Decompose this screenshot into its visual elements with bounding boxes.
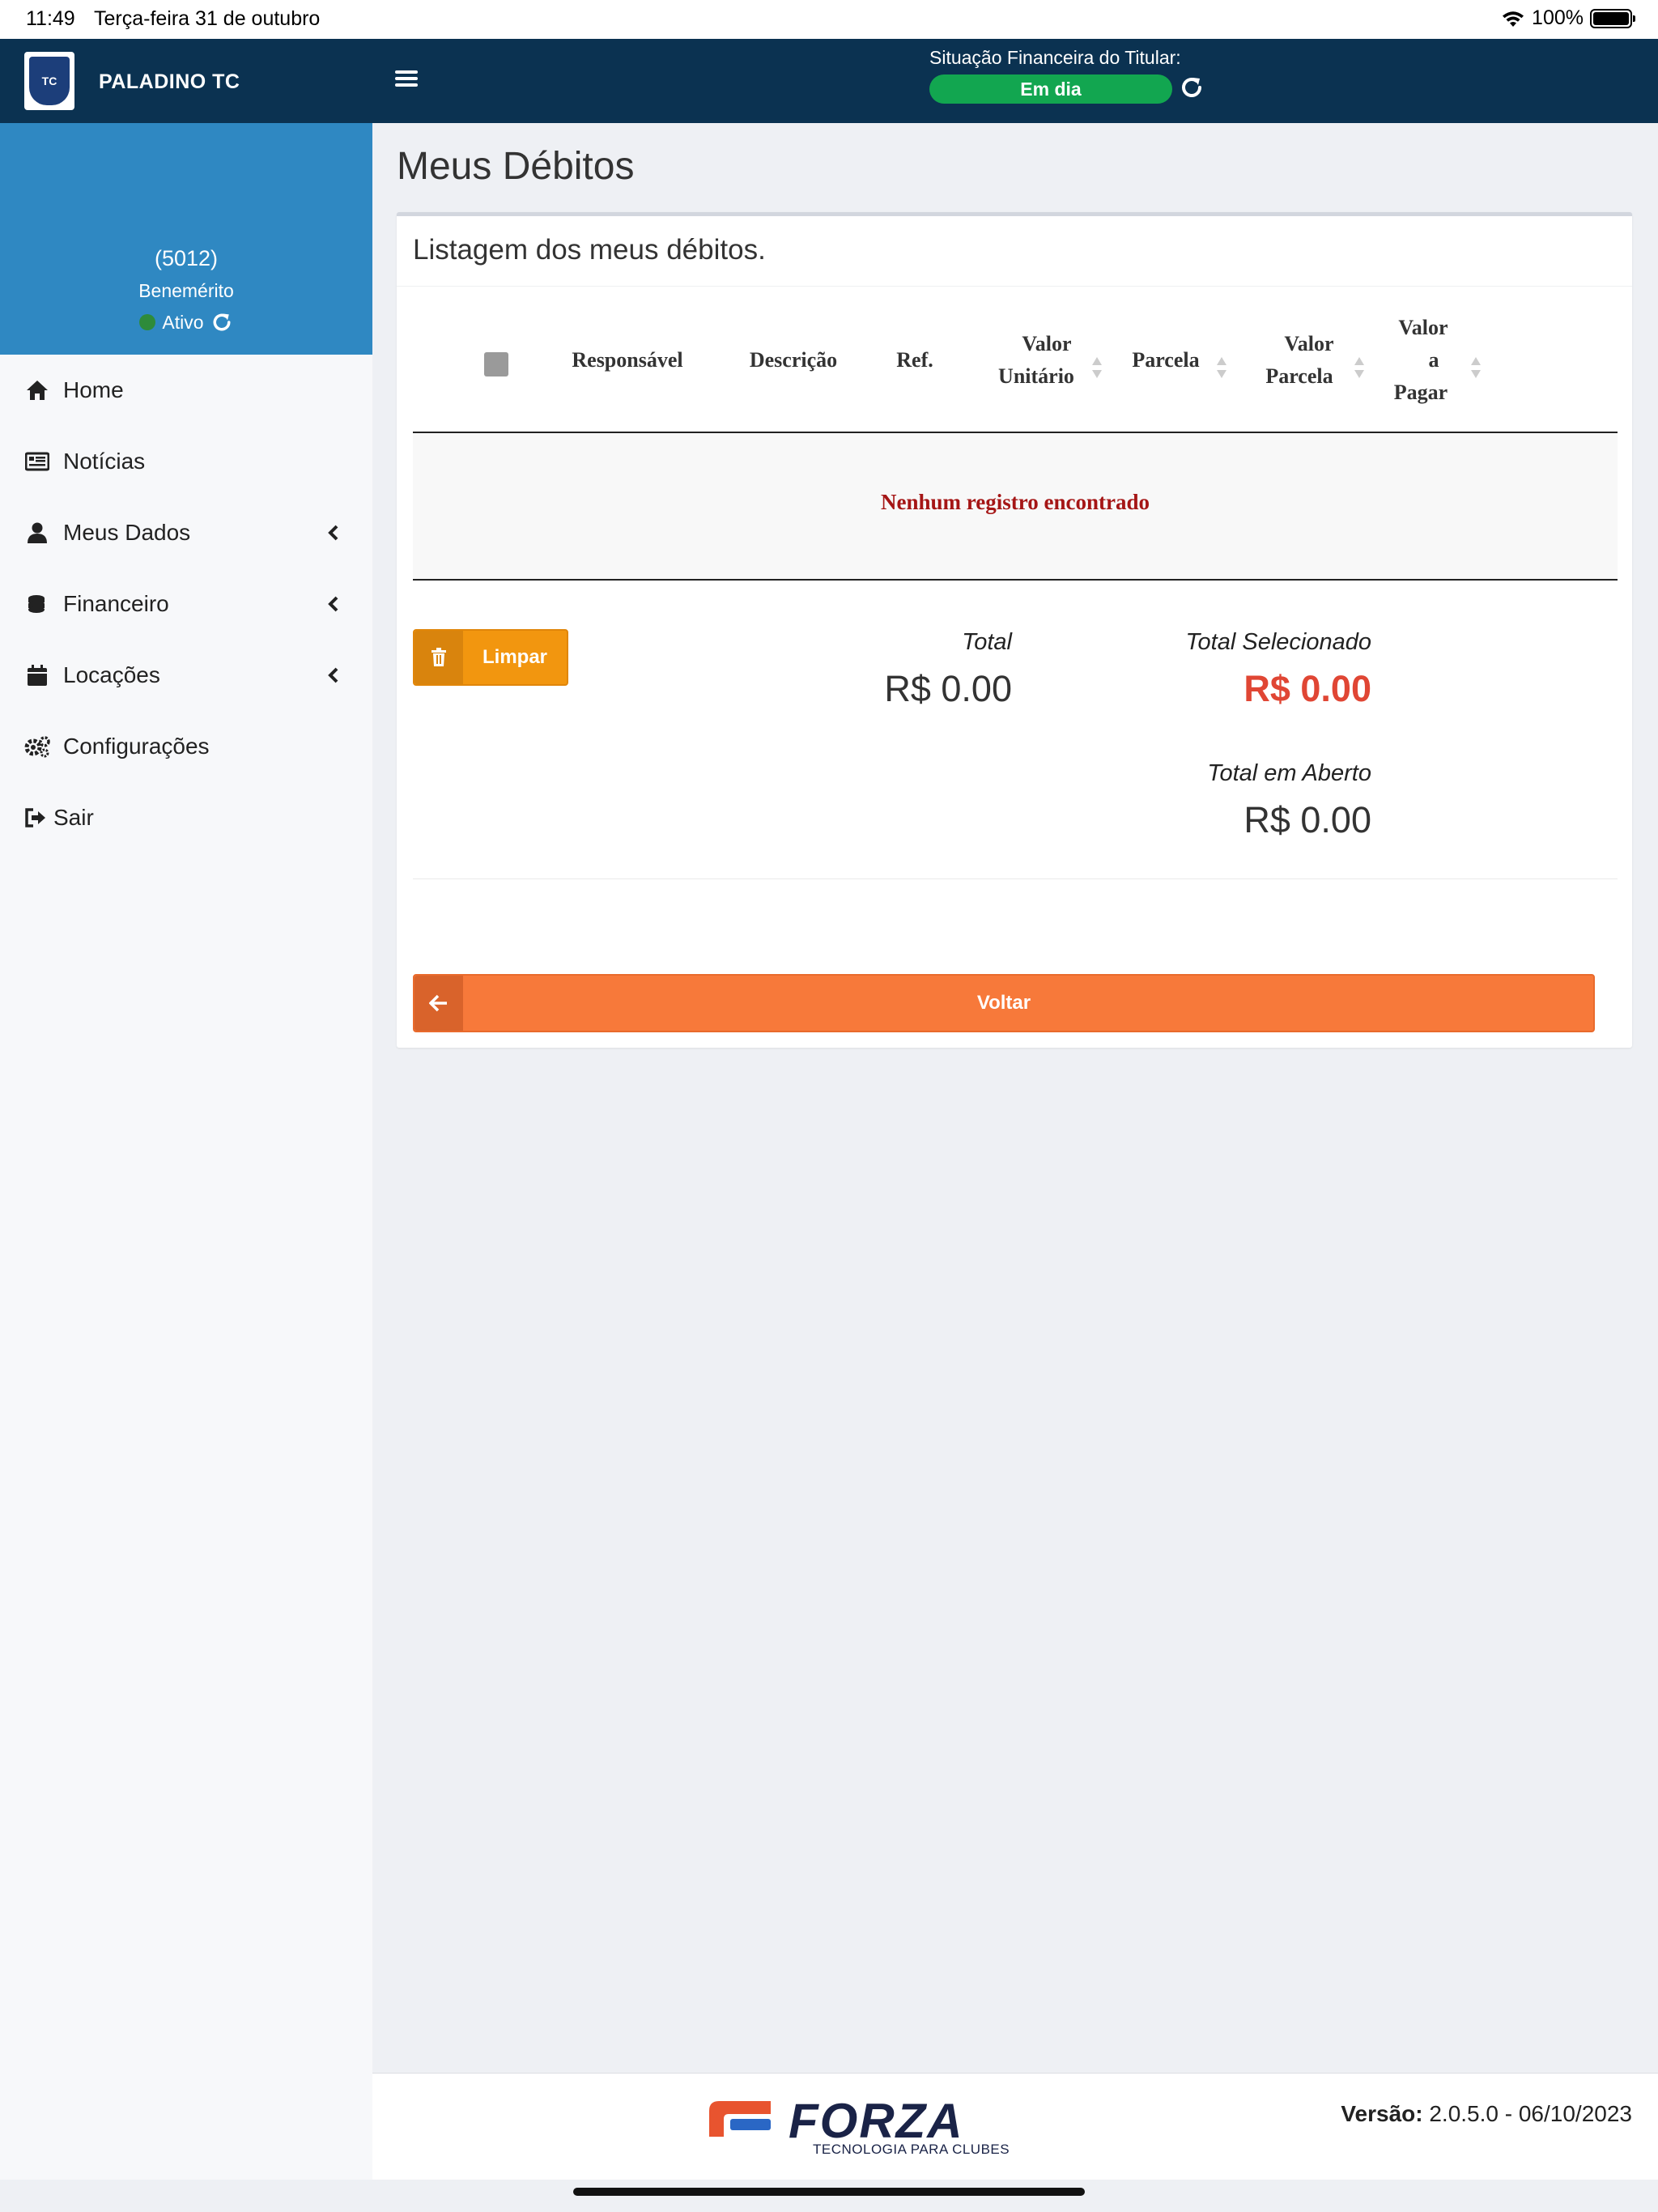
empty-table-message: Nenhum registro encontrado (881, 490, 1150, 514)
total-open-label: Total em Aberto (1207, 760, 1371, 786)
sidebar: (5012) Benemérito Ativo Home Notícias Me… (0, 123, 372, 2180)
chevron-left-icon (328, 596, 338, 612)
debits-card: Listagem dos meus débitos. Responsável D… (397, 212, 1632, 1048)
battery-icon (1590, 8, 1635, 28)
arrow-left-icon (414, 976, 463, 1031)
sidebar-item-label: Sair (53, 805, 94, 830)
coins-icon (24, 591, 50, 617)
totals-divider (413, 878, 1618, 879)
financial-status-label: Situação Financeira do Titular: (929, 47, 1181, 68)
clear-button[interactable]: Limpar (413, 629, 568, 686)
footer: FORZA TECNOLOGIA PARA CLUBES Versão: 2.0… (372, 2073, 1658, 2180)
total-open-value: R$ 0.00 (1244, 799, 1371, 840)
sidebar-item-label: Locações (63, 662, 160, 687)
forza-logo-text: FORZA (789, 2094, 964, 2148)
user-code: (5012) (154, 246, 219, 270)
user-icon (24, 520, 50, 546)
total-selected-label: Total Selecionado (1185, 629, 1372, 655)
sidebar-nav: Home Notícias Meus Dados Financeiro Loca… (0, 355, 372, 853)
status-dot-icon (139, 314, 156, 330)
trash-icon (414, 631, 463, 684)
sort-icon[interactable] (1091, 355, 1103, 380)
column-header-descricao[interactable]: Descrição (737, 344, 850, 376)
brand-name: PALADINO TC (99, 70, 240, 93)
wifi-icon (1503, 11, 1524, 27)
clear-button-label: Limpar (482, 646, 547, 668)
column-header-valor-parcela[interactable]: Valor Parcela (1247, 328, 1352, 393)
card-title: Listagem dos meus débitos. (413, 234, 766, 266)
club-shield-icon: TC (29, 57, 70, 105)
forza-logo: FORZA TECNOLOGIA PARA CLUBES (709, 2094, 1033, 2161)
sidebar-item-label: Notícias (63, 449, 146, 474)
version-info: Versão: 2.0.5.0 - 06/10/2023 (1341, 2101, 1632, 2127)
sidebar-item-label: Home (63, 377, 124, 402)
battery-percent: 100% (1532, 6, 1584, 29)
newspaper-icon (24, 449, 50, 474)
version-value: 2.0.5.0 - 06/10/2023 (1429, 2101, 1632, 2126)
status-right: 100% (1501, 6, 1635, 30)
user-category: Benemérito (138, 280, 234, 301)
menu-toggle-button[interactable] (395, 68, 418, 89)
status-bar: 11:49 Terça-feira 31 de outubro 100% (0, 0, 1658, 39)
user-panel: (5012) Benemérito Ativo (0, 123, 372, 355)
chevron-left-icon (328, 525, 338, 541)
column-header-ref[interactable]: Ref. (882, 344, 947, 376)
column-header-parcela[interactable]: Parcela (1117, 344, 1214, 376)
refresh-financial-icon[interactable] (1179, 74, 1205, 100)
column-header-valor-unitario[interactable]: Valor Unitário (980, 328, 1093, 393)
version-label: Versão: (1341, 2101, 1423, 2126)
user-status-text: Ativo (162, 311, 204, 333)
sidebar-item-home[interactable]: Home (0, 355, 372, 426)
debits-table: Responsável Descrição Ref. Valor Unitári… (413, 287, 1618, 581)
forza-mark-icon (709, 2101, 771, 2137)
column-header-valor-a-pagar[interactable]: Valor a Pagar (1376, 312, 1465, 409)
club-logo: TC (24, 52, 74, 110)
sidebar-item-configuracoes[interactable]: Configurações (0, 711, 372, 782)
sidebar-item-meus-dados[interactable]: Meus Dados (0, 497, 372, 568)
top-header: TC PALADINO TC Situação Financeira do Ti… (0, 39, 1658, 123)
user-status: Ativo (0, 311, 372, 334)
sort-icon[interactable] (1216, 355, 1227, 380)
home-indicator[interactable] (573, 2188, 1085, 2196)
status-date: Terça-feira 31 de outubro (94, 7, 321, 30)
back-button[interactable]: Voltar (413, 974, 1595, 1032)
page-title: Meus Débitos (397, 145, 635, 188)
column-header-responsavel[interactable]: Responsável (559, 344, 696, 376)
total-label: Total (962, 629, 1012, 655)
financial-status-badge: Em dia (929, 74, 1172, 104)
sidebar-item-label: Meus Dados (63, 520, 191, 545)
table-header: Responsável Descrição Ref. Valor Unitári… (413, 287, 1618, 433)
sign-out-icon (24, 805, 47, 831)
sidebar-item-locacoes[interactable]: Locações (0, 640, 372, 711)
total-value: R$ 0.00 (884, 668, 1012, 709)
sidebar-item-sair[interactable]: Sair (0, 782, 372, 853)
back-button-label: Voltar (976, 992, 1031, 1014)
gears-icon (24, 734, 50, 759)
refresh-status-icon[interactable] (210, 311, 233, 334)
sidebar-item-label: Financeiro (63, 591, 169, 616)
calendar-icon (24, 662, 50, 688)
sidebar-item-label: Configurações (63, 734, 210, 759)
sort-icon[interactable] (1470, 355, 1482, 380)
status-time: 11:49 (26, 7, 75, 30)
home-icon (24, 377, 50, 403)
table-body: Nenhum registro encontrado (413, 433, 1618, 581)
chevron-left-icon (328, 667, 338, 683)
sidebar-item-noticias[interactable]: Notícias (0, 426, 372, 497)
sort-icon[interactable] (1354, 355, 1365, 380)
card-divider (397, 286, 1632, 287)
sidebar-item-financeiro[interactable]: Financeiro (0, 568, 372, 640)
forza-logo-tagline: TECNOLOGIA PARA CLUBES (813, 2142, 1010, 2157)
total-selected-value: R$ 0.00 (1244, 668, 1371, 709)
select-all-checkbox[interactable] (484, 352, 508, 376)
